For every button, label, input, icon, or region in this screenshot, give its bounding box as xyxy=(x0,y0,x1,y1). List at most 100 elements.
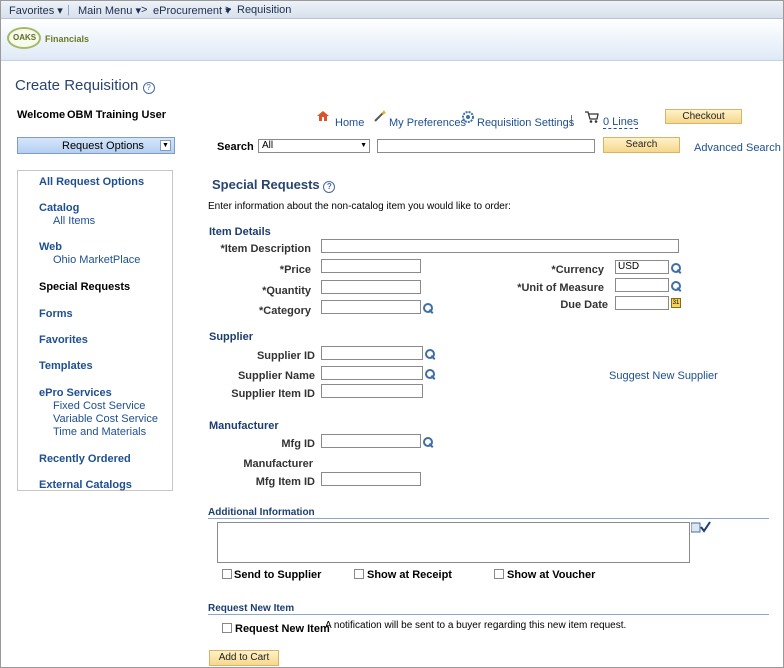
checkout-button[interactable]: Checkout xyxy=(665,109,742,124)
chevron-down-icon: ▼ xyxy=(160,140,171,151)
breadcrumb-eprocurement[interactable]: eProcurement ▾ xyxy=(153,4,231,17)
toolbar-divider: | xyxy=(570,114,573,126)
sidebar-item-all-request-options[interactable]: All Request Options xyxy=(39,176,144,188)
breadcrumb-separator: > xyxy=(225,4,232,16)
show-at-voucher-checkbox[interactable] xyxy=(494,569,504,579)
item-description-label: *Item Description xyxy=(220,243,311,255)
breadcrumb-requisition[interactable]: Requisition xyxy=(237,4,291,16)
currency-input[interactable]: USD xyxy=(615,260,669,274)
supplier-id-label: Supplier ID xyxy=(256,350,315,362)
due-date-label: Due Date xyxy=(560,299,608,311)
request-options-sidebar: All Request Options Catalog All Items We… xyxy=(17,170,173,491)
page-title: Create Requisition ? xyxy=(15,77,155,94)
calendar-icon[interactable]: 31 xyxy=(671,298,681,308)
supplier-name-lookup-icon[interactable] xyxy=(425,369,435,379)
search-input[interactable] xyxy=(377,139,595,153)
sidebar-item-favorites[interactable]: Favorites xyxy=(39,334,88,346)
branding-header: OAKS Financials xyxy=(1,19,783,61)
additional-information-section: Additional Information xyxy=(208,507,315,518)
price-input[interactable] xyxy=(321,259,421,273)
sidebar-subitem-variable-cost[interactable]: Variable Cost Service xyxy=(53,413,158,425)
mfg-id-input[interactable] xyxy=(321,434,421,448)
search-label: Search xyxy=(217,141,254,153)
additional-information-textarea[interactable] xyxy=(217,522,690,563)
search-button[interactable]: Search xyxy=(603,137,680,153)
show-at-receipt-checkbox[interactable] xyxy=(354,569,364,579)
currency-lookup-icon[interactable] xyxy=(671,263,681,273)
mfg-item-id-input[interactable] xyxy=(321,472,421,486)
sidebar-subitem-fixed-cost[interactable]: Fixed Cost Service xyxy=(53,400,145,412)
request-new-item-section: Request New Item xyxy=(208,603,295,614)
category-lookup-icon[interactable] xyxy=(423,303,433,313)
unit-lookup-icon[interactable] xyxy=(671,281,681,291)
due-date-input[interactable] xyxy=(615,296,669,310)
main-menu[interactable]: Main Menu ▾ xyxy=(78,4,141,17)
oaks-logo: OAKS xyxy=(7,27,41,49)
search-scope-select[interactable]: All ▼ xyxy=(258,139,370,153)
send-to-supplier-checkbox[interactable] xyxy=(222,569,232,579)
nav-divider: | xyxy=(67,4,70,16)
sidebar-subitem-time-materials[interactable]: Time and Materials xyxy=(53,426,146,438)
welcome-user: OBM Training User xyxy=(67,109,167,121)
request-new-item-label: Request New Item xyxy=(235,623,330,635)
request-new-item-checkbox[interactable] xyxy=(222,623,232,633)
mfg-item-id-label: Mfg Item ID xyxy=(255,476,315,488)
sidebar-item-forms[interactable]: Forms xyxy=(39,308,73,320)
section-divider xyxy=(208,614,769,615)
suggest-new-supplier-link[interactable]: Suggest New Supplier xyxy=(609,370,718,382)
show-at-voucher-label: Show at Voucher xyxy=(507,569,596,581)
preferences-wand-icon[interactable] xyxy=(374,110,386,122)
category-label: *Category xyxy=(259,305,311,317)
unit-of-measure-input[interactable] xyxy=(615,278,669,292)
supplier-name-input[interactable] xyxy=(321,366,423,380)
intro-text: Enter information about the non-catalog … xyxy=(208,201,511,212)
supplier-item-id-input[interactable] xyxy=(321,384,423,398)
sidebar-item-recently-ordered[interactable]: Recently Ordered xyxy=(39,453,131,465)
item-description-input[interactable] xyxy=(321,239,679,253)
sidebar-item-catalog[interactable]: Catalog xyxy=(39,202,79,214)
sidebar-item-epro-services[interactable]: ePro Services xyxy=(39,387,112,399)
sidebar-item-web[interactable]: Web xyxy=(39,241,62,253)
special-requests-heading: Special Requests ? xyxy=(212,177,336,193)
home-icon[interactable] xyxy=(317,111,329,121)
cart-icon[interactable] xyxy=(585,111,599,123)
supplier-section: Supplier xyxy=(209,331,254,343)
sidebar-item-external-catalogs[interactable]: External Catalogs xyxy=(39,479,132,491)
requisition-settings-link[interactable]: Requisition Settings xyxy=(477,117,574,129)
sidebar-item-templates[interactable]: Templates xyxy=(39,360,93,372)
advanced-search-link[interactable]: Advanced Search xyxy=(694,142,781,154)
breadcrumb-separator: > xyxy=(141,4,148,16)
sidebar-item-special-requests[interactable]: Special Requests xyxy=(39,281,130,293)
top-nav-bar: Favorites ▾ | Main Menu ▾ > eProcurement… xyxy=(1,1,783,19)
show-at-receipt-label: Show at Receipt xyxy=(367,569,452,581)
my-preferences-link[interactable]: My Preferences xyxy=(389,117,466,129)
price-label: *Price xyxy=(279,264,311,276)
quantity-label: *Quantity xyxy=(262,285,311,297)
supplier-name-label: Supplier Name xyxy=(237,370,315,382)
section-divider xyxy=(208,518,769,519)
chevron-down-icon: ▼ xyxy=(360,142,367,149)
manufacturer-section: Manufacturer xyxy=(209,420,279,432)
help-icon[interactable]: ? xyxy=(142,82,155,94)
unit-of-measure-label: *Unit of Measure xyxy=(517,282,604,294)
welcome-label: Welcome xyxy=(17,109,66,121)
help-icon[interactable]: ? xyxy=(323,181,336,193)
category-input[interactable] xyxy=(321,300,421,314)
quantity-input[interactable] xyxy=(321,280,421,294)
sidebar-subitem-all-items[interactable]: All Items xyxy=(53,215,95,227)
supplier-id-lookup-icon[interactable] xyxy=(425,349,435,359)
currency-label: *Currency xyxy=(551,264,604,276)
settings-gear-icon[interactable] xyxy=(462,111,474,123)
sidebar-subitem-ohio-marketplace[interactable]: Ohio MarketPlace xyxy=(53,254,140,266)
supplier-item-id-label: Supplier Item ID xyxy=(231,388,315,400)
request-options-dropdown[interactable]: Request Options ▼ xyxy=(17,137,175,154)
item-details-section: Item Details xyxy=(209,226,271,238)
home-link[interactable]: Home xyxy=(335,117,364,129)
spellcheck-icon[interactable] xyxy=(690,521,711,533)
favorites-menu[interactable]: Favorites ▾ xyxy=(9,4,63,17)
notification-text: A notification will be sent to a buyer r… xyxy=(325,620,627,631)
supplier-id-input[interactable] xyxy=(321,346,423,360)
cart-lines-link[interactable]: 0 Lines xyxy=(603,116,639,129)
add-to-cart-button[interactable]: Add to Cart xyxy=(209,650,279,666)
mfg-id-lookup-icon[interactable] xyxy=(423,437,433,447)
